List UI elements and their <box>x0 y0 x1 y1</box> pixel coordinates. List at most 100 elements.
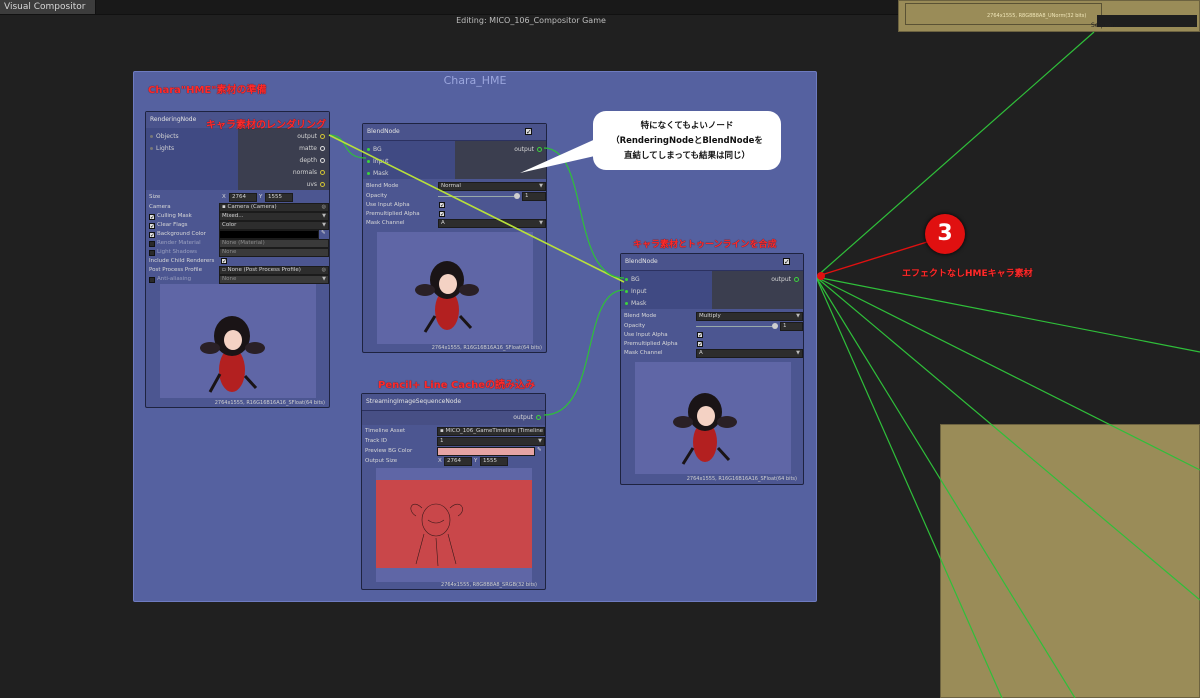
blend-mode-select[interactable]: Multiply ▼ <box>696 312 803 321</box>
port-dot-icon <box>625 290 628 293</box>
bubble-line-1: 特になくてもよいノード <box>640 121 734 131</box>
target-icon: ◎ <box>321 204 326 210</box>
opacity-label: Opacity <box>624 323 646 329</box>
output-uvs[interactable]: uvs <box>307 181 325 188</box>
port-dot-icon <box>150 147 153 150</box>
input-input[interactable]: Input <box>367 158 389 165</box>
output-x-field[interactable]: 2764 <box>444 457 472 466</box>
use-input-alpha-checkbox[interactable]: ✓ <box>697 332 703 339</box>
size-label: Size <box>149 194 161 200</box>
size-y-field[interactable]: 1555 <box>265 193 293 202</box>
port-dot-icon <box>320 158 325 163</box>
use-input-alpha-checkbox[interactable]: ✓ <box>439 202 445 209</box>
post-process-field[interactable]: ▫ None (Post Process Profile) ◎ <box>219 266 329 275</box>
output-size-label: Output Size <box>365 458 398 464</box>
top-right-node[interactable]: 2764x1555, R8G8B8A8_UNorm(32 bits) Seque… <box>898 0 1200 32</box>
bg-color-checkbox[interactable]: ✓ <box>149 232 155 239</box>
render-material-label: Render Material <box>157 240 201 246</box>
blend-mode-label: Blend Mode <box>366 183 399 189</box>
camera-field[interactable]: ▪ Camera (Camera) ◎ <box>219 203 329 212</box>
include-child-checkbox[interactable]: ✓ <box>221 258 227 265</box>
opacity-field[interactable]: 1 <box>780 322 803 331</box>
render-material-field[interactable]: None (Material) <box>219 239 329 248</box>
streaming-node-preview <box>376 468 532 582</box>
step-number-badge: 3 <box>925 214 965 254</box>
chevron-down-icon: ▼ <box>539 220 543 226</box>
mask-channel-select[interactable]: A ▼ <box>438 219 546 228</box>
streaming-image-sequence-node[interactable]: StreamingImageSequenceNode output Timeli… <box>361 393 546 590</box>
rendering-node-preview <box>160 284 316 398</box>
premultiplied-checkbox[interactable]: ✓ <box>439 211 445 218</box>
input-bg[interactable]: BG <box>625 276 640 283</box>
culling-mask-select[interactable]: Mixed... ▼ <box>219 212 329 221</box>
blend-node-1-preview <box>377 232 533 344</box>
mask-channel-label: Mask Channel <box>366 220 405 226</box>
timeline-asset-field[interactable]: ▪ MICO_106_GameTimeline (Timeline <box>437 427 545 436</box>
output-matte[interactable]: matte <box>299 145 325 152</box>
post-process-label: Post Process Profile <box>149 267 202 273</box>
blend-node-1-caption: 2764x1555, R16G16B16A16_SFloat(64 bits) <box>431 345 542 351</box>
opacity-field[interactable]: 1 <box>522 192 546 201</box>
track-id-select[interactable]: 1 ▼ <box>437 437 545 446</box>
annotation-combine-note: キャラ素材とトゥーンラインを合成 <box>633 240 777 250</box>
preview-bg-color-label: Preview BG Color <box>365 448 413 454</box>
red-marker-dot <box>817 272 825 280</box>
opacity-label: Opacity <box>366 193 388 199</box>
culling-mask-checkbox[interactable]: ✓ <box>149 214 155 221</box>
size-y-letter: Y <box>259 194 263 200</box>
culling-mask-label: Culling Mask <box>157 213 192 219</box>
anti-alias-select[interactable]: None ▼ <box>219 275 329 284</box>
output-normals[interactable]: normals <box>293 169 325 176</box>
light-shadows-field[interactable]: None <box>219 248 329 257</box>
input-input[interactable]: Input <box>625 288 647 295</box>
blend-node-2[interactable]: BlendNode ✓ BG Input Mask output Blend M… <box>620 253 804 485</box>
output-output[interactable]: output <box>513 414 541 421</box>
opacity-slider-track[interactable] <box>696 326 772 327</box>
size-x-field[interactable]: 2764 <box>229 193 257 202</box>
target-icon: ◎ <box>321 267 326 273</box>
eyedropper-icon[interactable]: ✎ <box>537 447 542 453</box>
blend-mode-select[interactable]: Normal ▼ <box>438 182 546 191</box>
chevron-down-icon: ▼ <box>538 438 542 444</box>
output-output[interactable]: output <box>771 276 799 283</box>
output-y-field[interactable]: 1555 <box>480 457 508 466</box>
output-depth[interactable]: depth <box>300 157 325 164</box>
render-material-checkbox[interactable] <box>149 241 155 247</box>
blend-node-1-enable-checkbox[interactable]: ✓ <box>525 128 532 136</box>
anti-alias-checkbox[interactable] <box>149 277 155 283</box>
port-dot-icon <box>625 278 628 281</box>
input-objects[interactable]: Objects <box>150 133 179 140</box>
line-cache-preview-image <box>376 480 532 568</box>
opacity-slider-handle[interactable] <box>514 193 520 199</box>
input-bg[interactable]: BG <box>367 146 382 153</box>
blend-mode-label: Blend Mode <box>624 313 657 319</box>
tab-visual-compositor[interactable]: Visual Compositor <box>0 0 97 14</box>
bg-color-swatch[interactable] <box>219 230 319 239</box>
input-lights[interactable]: Lights <box>150 145 174 152</box>
input-mask[interactable]: Mask <box>367 170 388 177</box>
port-dot-icon <box>367 172 370 175</box>
blend-node-2-enable-checkbox[interactable]: ✓ <box>783 258 790 266</box>
preview-bg-color-swatch[interactable] <box>437 447 535 456</box>
light-shadows-checkbox[interactable] <box>149 250 155 256</box>
port-dot-icon <box>625 302 628 305</box>
clear-flags-checkbox[interactable]: ✓ <box>149 223 155 230</box>
eyedropper-icon[interactable]: ✎ <box>321 230 326 236</box>
opacity-slider-track[interactable] <box>438 196 514 197</box>
premultiplied-label: Premultiplied Alpha <box>366 211 420 217</box>
blend-node-1-title: BlendNode <box>363 124 546 141</box>
rendering-node[interactable]: RenderingNode Objects Lights output matt… <box>145 111 330 408</box>
chevron-down-icon: ▼ <box>322 222 326 228</box>
premultiplied-checkbox[interactable]: ✓ <box>697 341 703 348</box>
track-id-label: Track ID <box>365 438 387 444</box>
opacity-slider-handle[interactable] <box>772 323 778 329</box>
input-mask[interactable]: Mask <box>625 300 646 307</box>
clear-flags-select[interactable]: Color ▼ <box>219 221 329 230</box>
mask-channel-select[interactable]: A ▼ <box>696 349 803 358</box>
mask-channel-label: Mask Channel <box>624 350 663 356</box>
character-preview-image <box>673 393 737 465</box>
chevron-down-icon: ▼ <box>539 183 543 189</box>
output-output[interactable]: output <box>297 133 325 140</box>
annotation-render-note: キャラ素材のレンダリング <box>206 120 326 131</box>
bottom-right-node[interactable] <box>940 424 1200 698</box>
